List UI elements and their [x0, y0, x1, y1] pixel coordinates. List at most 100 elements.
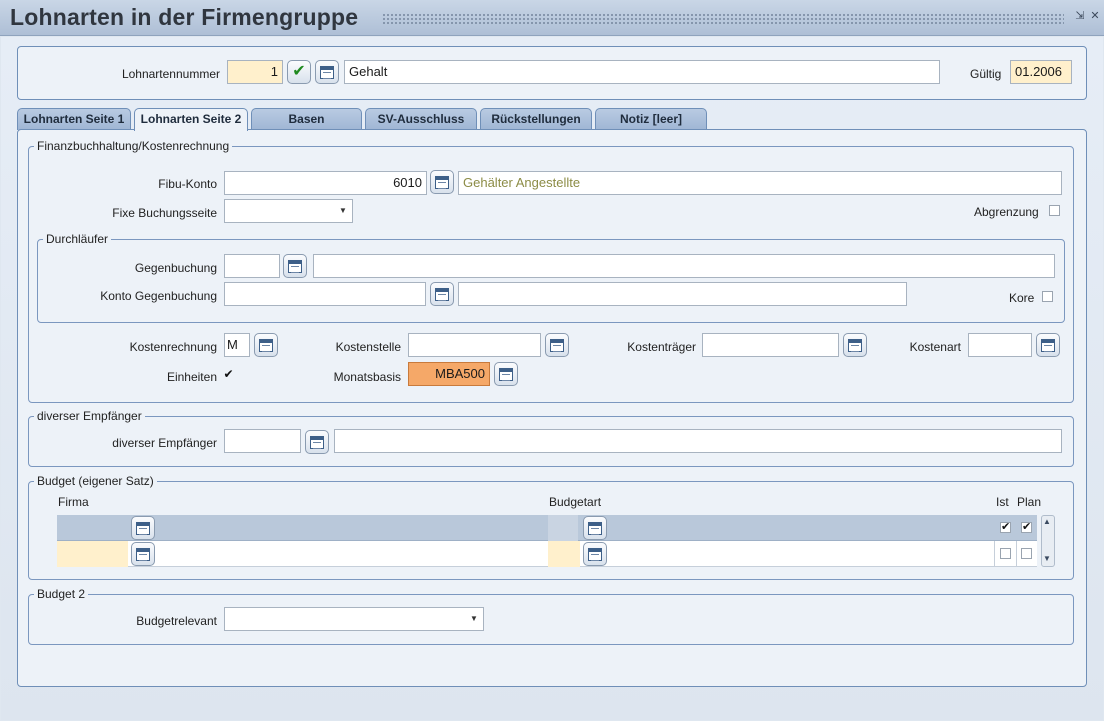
kore-checkbox[interactable] — [1042, 291, 1053, 302]
budget-grid-row[interactable] — [57, 541, 1037, 567]
konto-gegenbuchung-description — [458, 282, 907, 306]
tab-lohnarten-seite-2[interactable]: Lohnarten Seite 2 — [134, 108, 248, 131]
kostenart-lookup-button[interactable] — [1036, 333, 1060, 357]
konto-gegenbuchung-label: Konto Gegenbuchung — [100, 289, 217, 303]
kore-label: Kore — [1009, 291, 1035, 305]
plan-checkbox[interactable] — [1021, 548, 1032, 559]
tab-lohnarten-seite-1[interactable]: Lohnarten Seite 1 — [17, 108, 131, 130]
monatsbasis-label: Monatsbasis — [333, 370, 401, 384]
title-pattern — [382, 13, 1064, 24]
empfaenger-description — [334, 429, 1062, 453]
empfaenger-lookup-button[interactable] — [305, 430, 329, 454]
list-icon — [1041, 338, 1055, 352]
grid-divider — [1016, 541, 1017, 567]
kostenart-label: Kostenart — [909, 340, 961, 354]
finanz-legend: Finanzbuchhaltung/Kostenrechnung — [34, 139, 233, 153]
gegenbuchung-input[interactable] — [224, 254, 280, 278]
kostenart-input[interactable] — [968, 333, 1032, 357]
kostenstelle-input[interactable] — [408, 333, 541, 357]
list-icon — [588, 521, 602, 535]
durchlaeufer-legend: Durchläufer — [43, 232, 112, 246]
grid-divider — [994, 541, 995, 567]
kostentraeger-label: Kostenträger — [627, 340, 696, 354]
fixe-buchungsseite-label: Fixe Buchungsseite — [112, 206, 217, 220]
lohnartennummer-label: Lohnartennummer — [121, 67, 220, 81]
list-icon — [259, 338, 273, 352]
budgetrelevant-label: Budgetrelevant — [136, 614, 217, 628]
fixe-buchungsseite-select[interactable]: ▼ — [224, 199, 353, 223]
budget-col-ist: Ist — [996, 495, 1009, 509]
list-icon — [310, 435, 324, 449]
kostenrechnung-label: Kostenrechnung — [129, 340, 217, 354]
empfaenger-label: diverser Empfänger — [112, 436, 217, 450]
list-icon — [288, 259, 302, 273]
durchlaeufer-group — [37, 239, 1065, 323]
fibu-konto-input[interactable]: 6010 — [224, 171, 427, 195]
kostenrechnung-input[interactable]: M — [224, 333, 250, 357]
minimize-icon[interactable]: ⇲ — [1074, 10, 1086, 22]
budget-col-plan: Plan — [1017, 495, 1042, 509]
firma-lookup-button[interactable] — [131, 542, 155, 566]
budgetart-code-cell[interactable] — [548, 515, 578, 541]
budgetart-lookup-button[interactable] — [583, 542, 607, 566]
kostenrechnung-lookup-button[interactable] — [254, 333, 278, 357]
list-icon — [499, 367, 513, 381]
monatsbasis-input[interactable]: MBA500 — [408, 362, 490, 386]
gegenbuchung-label: Gegenbuchung — [134, 261, 217, 275]
scroll-down-icon[interactable]: ▼ — [1043, 554, 1051, 563]
ist-checkbox[interactable]: ✔ — [1000, 522, 1011, 533]
gueltig-label: Gültig — [970, 67, 1002, 81]
gegenbuchung-lookup-button[interactable] — [283, 254, 307, 278]
list-icon — [136, 547, 150, 561]
budget-legend: Budget (eigener Satz) — [34, 474, 157, 488]
tab-notiz[interactable]: Notiz [leer] — [595, 108, 707, 130]
plan-checkbox[interactable]: ✔ — [1021, 522, 1032, 533]
monatsbasis-lookup-button[interactable] — [494, 362, 518, 386]
list-icon — [435, 175, 449, 189]
firma-lookup-button[interactable] — [131, 516, 155, 540]
list-icon — [550, 338, 564, 352]
firma-cell[interactable] — [57, 541, 128, 567]
tab-sv-ausschluss[interactable]: SV-Ausschluss — [365, 108, 477, 130]
budget-col-budgetart: Budgetart — [549, 495, 602, 509]
list-icon — [435, 287, 449, 301]
chevron-down-icon[interactable]: ▼ — [467, 612, 481, 626]
list-icon — [848, 338, 862, 352]
bezeichnung-input[interactable]: Gehalt — [344, 60, 940, 84]
budgetart-lookup-button[interactable] — [583, 516, 607, 540]
budget2-legend: Budget 2 — [34, 587, 89, 601]
fibu-konto-lookup-button[interactable] — [430, 170, 454, 194]
konto-gegenbuchung-input[interactable] — [224, 282, 426, 306]
kostenstelle-label: Kostenstelle — [335, 340, 401, 354]
budgetart-code-cell[interactable] — [548, 541, 580, 567]
lohnartennummer-input[interactable]: 1 — [227, 60, 283, 84]
ist-checkbox[interactable] — [1000, 548, 1011, 559]
konto-gegenbuchung-lookup-button[interactable] — [430, 282, 454, 306]
empfaenger-legend: diverser Empfänger — [34, 409, 145, 423]
confirm-button[interactable]: ✔ — [287, 60, 311, 84]
fibu-konto-description: Gehälter Angestellte — [458, 171, 1062, 195]
window-title: Lohnarten in der Firmengruppe — [10, 4, 359, 30]
budget-grid-row[interactable] — [57, 515, 1037, 541]
close-icon[interactable]: ✕ — [1089, 10, 1101, 22]
tab-basen[interactable]: Basen — [251, 108, 362, 130]
check-icon: ✔ — [292, 63, 306, 80]
tab-rueckstellungen[interactable]: Rückstellungen — [480, 108, 592, 130]
list-icon — [320, 65, 334, 79]
gegenbuchung-description — [313, 254, 1055, 278]
einheiten-label: Einheiten — [166, 370, 217, 384]
budgetrelevant-select[interactable]: ▼ — [224, 607, 484, 631]
list-icon — [588, 547, 602, 561]
einheiten-checkbox[interactable]: ✔ — [223, 368, 234, 381]
kostenstelle-lookup-button[interactable] — [545, 333, 569, 357]
scroll-up-icon[interactable]: ▲ — [1043, 517, 1051, 526]
gueltig-input[interactable]: 01.2006 — [1010, 60, 1072, 84]
lohnart-lookup-button[interactable] — [315, 60, 339, 84]
kostentraeger-input[interactable] — [702, 333, 839, 357]
kostentraeger-lookup-button[interactable] — [843, 333, 867, 357]
budget-col-firma: Firma — [58, 495, 89, 509]
abgrenzung-checkbox[interactable] — [1049, 205, 1060, 216]
abgrenzung-label: Abgrenzung — [974, 205, 1039, 219]
chevron-down-icon[interactable]: ▼ — [336, 204, 350, 218]
empfaenger-input[interactable] — [224, 429, 301, 453]
